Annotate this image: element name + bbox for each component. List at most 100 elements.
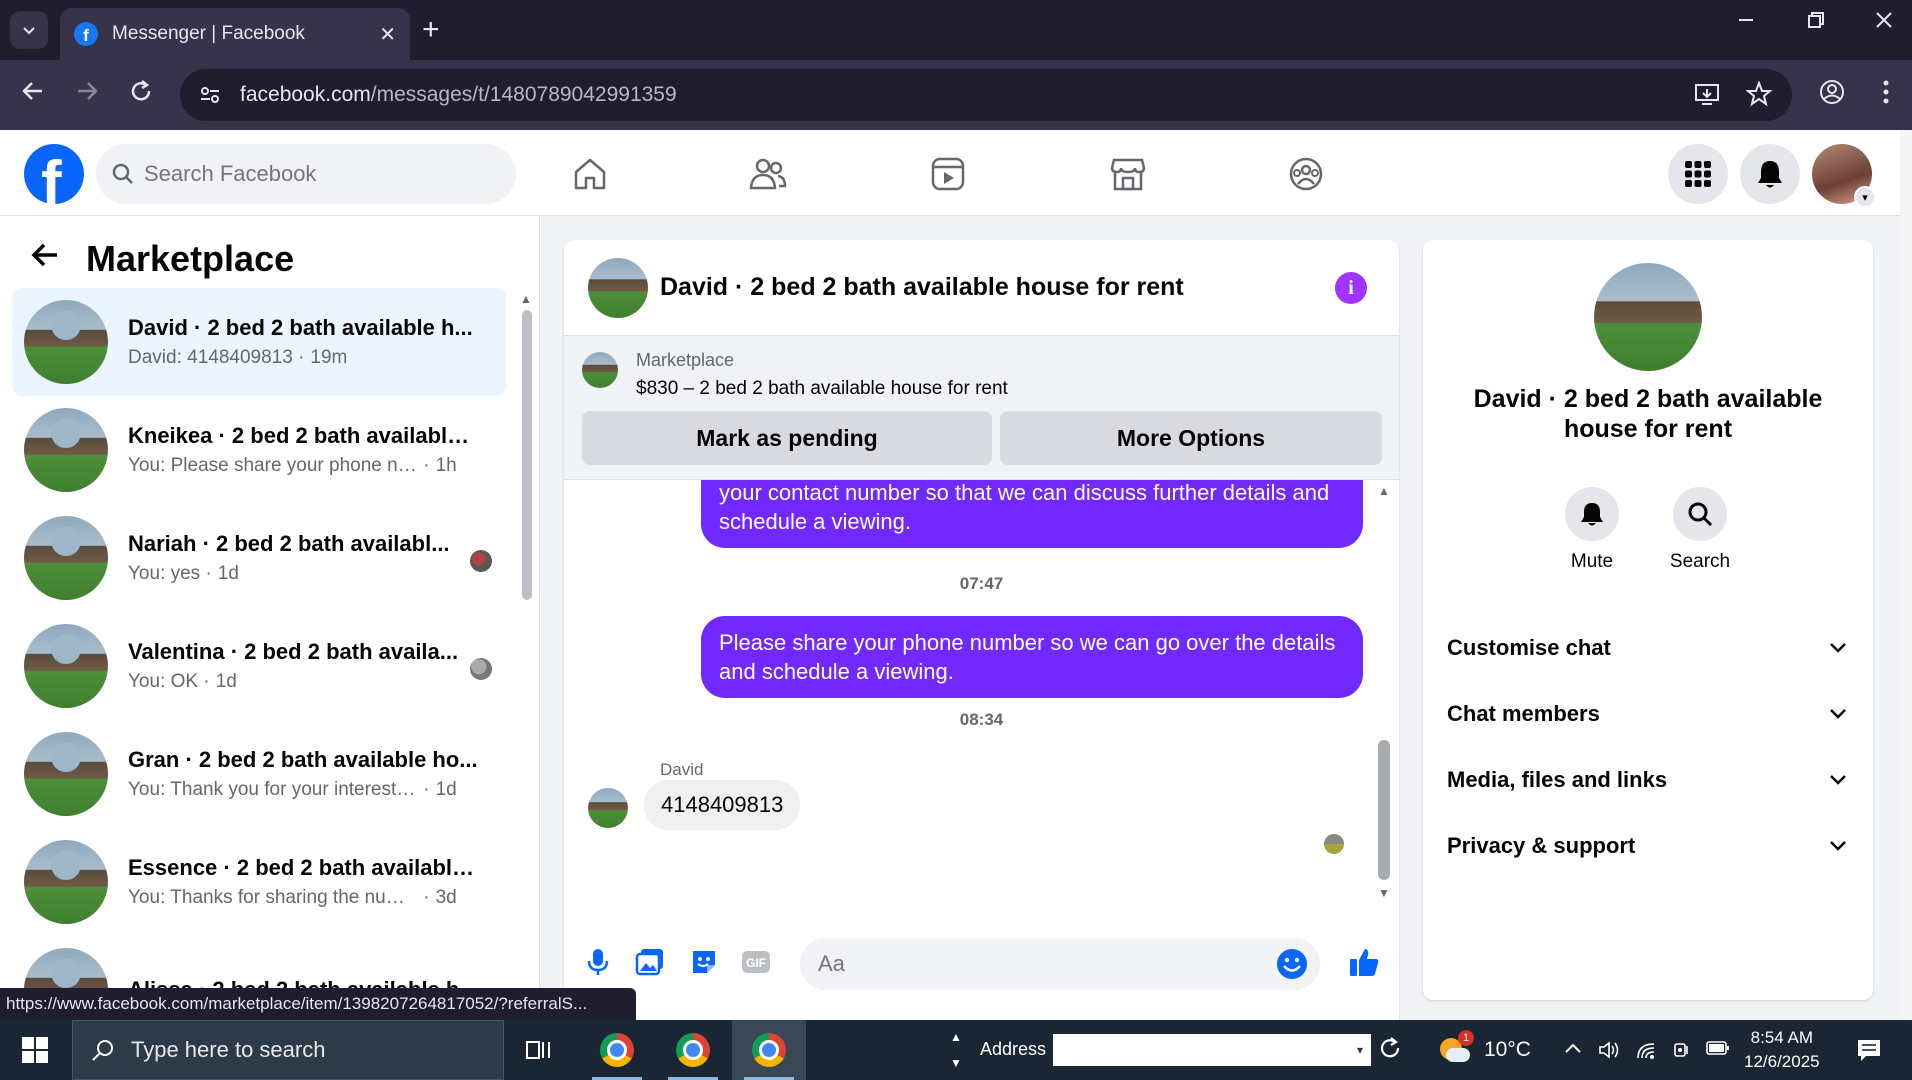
browser-menu-button[interactable] <box>1880 78 1892 112</box>
chevron-down-icon <box>1830 841 1846 851</box>
address-toolbar-input[interactable]: ▾ <box>1053 1034 1371 1066</box>
reload-button[interactable] <box>128 78 154 110</box>
more-options-button[interactable]: More Options <box>1000 411 1382 465</box>
tab-close-icon[interactable]: ✕ <box>379 22 396 47</box>
facebook-search-input[interactable] <box>144 161 474 187</box>
back-button[interactable] <box>20 78 46 110</box>
nav-groups[interactable] <box>1284 152 1328 196</box>
conversation-list: David · 2 bed 2 bath available h... Davi… <box>12 288 506 1020</box>
forward-button[interactable] <box>74 78 100 110</box>
arrow-right-icon <box>78 82 98 100</box>
sticker-icon[interactable] <box>688 946 720 978</box>
notifications-button[interactable] <box>1740 144 1800 204</box>
gif-icon[interactable]: GIF <box>740 946 772 978</box>
info-icon[interactable]: i <box>1335 272 1367 304</box>
taskbar-clock[interactable]: 8:54 AM 12/6/2025 <box>1744 1026 1820 1074</box>
install-app-icon[interactable] <box>1694 81 1720 107</box>
conversation-item[interactable]: Kneikea · 2 bed 2 bath available ... You… <box>12 396 506 504</box>
close-window-button[interactable] <box>1874 10 1894 36</box>
taskbar-search-input[interactable] <box>131 1037 491 1063</box>
search-conversation-button[interactable]: Search <box>1650 487 1750 573</box>
marketplace-label: Marketplace <box>636 350 735 370</box>
conversation-name: David · 2 bed 2 bath available h... <box>128 315 473 340</box>
bookmark-star-icon[interactable] <box>1746 81 1772 107</box>
customise-chat-section[interactable]: Customise chat <box>1447 623 1847 673</box>
chat-scrollbar-thumb[interactable] <box>1378 740 1390 880</box>
browser-tab[interactable]: f Messenger | Facebook ✕ <box>60 8 410 60</box>
nav-video[interactable] <box>926 152 970 196</box>
outgoing-message: Please share your phone number so we can… <box>701 616 1363 698</box>
conversation-item[interactable]: Nariah · 2 bed 2 bath availabl... You: y… <box>12 504 506 612</box>
message-input[interactable] <box>818 951 1258 977</box>
privacy-support-section[interactable]: Privacy & support <box>1447 821 1847 871</box>
chat-panel: David · 2 bed 2 bath available house for… <box>564 240 1399 1020</box>
taskbar-chrome-1[interactable] <box>580 1020 654 1080</box>
mark-as-pending-button[interactable]: Mark as pending <box>582 411 992 465</box>
address-bar[interactable]: facebook.com/messages/t/1480789042991359 <box>180 69 1792 121</box>
chevron-down-icon <box>1830 643 1846 653</box>
tab-search-button[interactable] <box>10 11 48 49</box>
listing-thumbnail[interactable] <box>582 352 618 388</box>
profile-avatar[interactable]: ▾ <box>1812 144 1876 208</box>
media-files-links-section[interactable]: Media, files and links <box>1447 755 1847 805</box>
wifi-icon[interactable] <box>1636 1040 1658 1065</box>
nav-marketplace[interactable] <box>1106 152 1150 196</box>
network-device-icon[interactable] <box>1672 1040 1692 1065</box>
conversation-preview: You: Please share your phone num... <box>128 455 418 476</box>
link-status-bar: https://www.facebook.com/marketplace/ite… <box>0 988 636 1020</box>
conversation-item[interactable]: David · 2 bed 2 bath available h... Davi… <box>12 288 506 396</box>
notification-center-icon[interactable] <box>1856 1038 1882 1067</box>
refresh-icon[interactable] <box>1378 1036 1402 1065</box>
chat-members-section[interactable]: Chat members <box>1447 689 1847 739</box>
listing-price-title[interactable]: $830 – 2 bed 2 bath available house for … <box>636 378 1008 400</box>
omnibox-actions <box>1694 81 1772 107</box>
scrollbar-thumb[interactable] <box>522 310 532 600</box>
volume-icon[interactable] <box>1598 1040 1620 1065</box>
minimize-button[interactable] <box>1736 10 1756 36</box>
profile-button[interactable] <box>1818 78 1846 112</box>
nav-friends[interactable] <box>746 152 790 196</box>
facebook-logo-icon[interactable]: f <box>24 144 84 204</box>
conversation-item[interactable]: Valentina · 2 bed 2 bath availa... You: … <box>12 612 506 720</box>
facebook-search[interactable] <box>96 144 516 204</box>
taskbar-chrome-2[interactable] <box>656 1020 730 1080</box>
thumbs-up-icon[interactable] <box>1348 946 1380 978</box>
microphone-icon[interactable] <box>582 946 614 978</box>
toolbar-scroll-arrows-icon[interactable]: ▲ ▼ <box>950 1024 962 1076</box>
back-arrow-icon[interactable] <box>30 240 64 278</box>
scroll-up-arrow-icon[interactable]: ▲ <box>520 292 532 306</box>
emoji-icon[interactable] <box>1276 948 1308 985</box>
incoming-message: 4148409813 <box>644 780 801 830</box>
restore-button[interactable] <box>1806 10 1826 36</box>
url-text[interactable]: facebook.com/messages/t/1480789042991359 <box>240 83 677 107</box>
chat-title[interactable]: David · 2 bed 2 bath available house for… <box>660 273 1184 302</box>
nav-home[interactable] <box>568 152 612 196</box>
site-info-icon[interactable] <box>192 77 228 113</box>
battery-icon[interactable] <box>1706 1040 1730 1061</box>
photo-gallery-icon[interactable] <box>634 946 666 978</box>
conversation-item[interactable]: Essence · 2 bed 2 bath available ... You… <box>12 828 506 936</box>
sender-avatar[interactable] <box>588 788 628 828</box>
account-chevron-icon[interactable]: ▾ <box>1854 186 1876 208</box>
seen-avatar <box>470 658 492 680</box>
scroll-down-arrow-icon[interactable]: ▼ <box>1378 886 1390 900</box>
chat-info-avatar[interactable] <box>1594 263 1702 371</box>
new-tab-button[interactable]: + <box>422 12 440 48</box>
conversation-item[interactable]: Gran · 2 bed 2 bath available ho... You:… <box>12 720 506 828</box>
scroll-up-arrow-icon[interactable]: ▲ <box>1378 484 1390 498</box>
start-button[interactable] <box>22 1037 48 1068</box>
taskbar-search[interactable] <box>72 1020 504 1080</box>
section-label: Privacy & support <box>1447 833 1636 858</box>
chevron-down-icon <box>1830 775 1846 785</box>
taskbar-chrome-3[interactable] <box>732 1020 806 1080</box>
task-view-button[interactable] <box>502 1020 576 1080</box>
mute-button[interactable]: Mute <box>1542 487 1642 573</box>
page-scrollbar[interactable] <box>1900 130 1912 1020</box>
menu-button[interactable] <box>1668 144 1728 204</box>
chat-avatar[interactable] <box>588 257 648 318</box>
weather-widget[interactable]: 1 10°C <box>1436 1030 1531 1066</box>
facebook-favicon-icon: f <box>74 22 98 46</box>
minimize-icon <box>1739 19 1753 21</box>
message-field[interactable] <box>800 938 1320 990</box>
show-hidden-icons-button[interactable] <box>1564 1040 1582 1063</box>
